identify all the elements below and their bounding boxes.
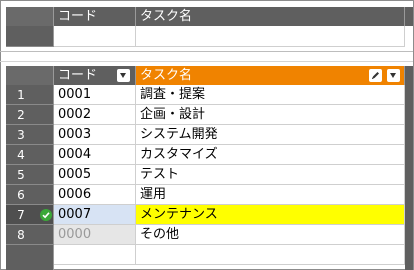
top-grid-cell-code[interactable]: [54, 26, 136, 47]
cell-code[interactable]: 0001: [54, 85, 136, 105]
main-grid-right-strip: [405, 66, 413, 270]
row-number: 1: [17, 88, 25, 102]
empty-row-header: [6, 245, 54, 270]
row-number: 2: [17, 108, 25, 122]
cell-task-name[interactable]: カスタマイズ: [136, 145, 405, 165]
top-grid-right-strip: [405, 7, 413, 26]
row-header[interactable]: 8: [6, 225, 54, 245]
divider: [0, 61, 413, 62]
top-col-header-code[interactable]: コード: [54, 7, 136, 26]
cell-task-name[interactable]: 企画・設計: [136, 105, 405, 125]
top-col-header-task-name[interactable]: タスク名: [136, 7, 405, 26]
cell-task-name[interactable]: システム開発: [136, 125, 405, 145]
row-number: 4: [17, 148, 25, 162]
cell-task-name[interactable]: 調査・提案: [136, 85, 405, 105]
row-header[interactable]: 2: [6, 105, 54, 125]
filter-dropdown-icon[interactable]: [117, 69, 130, 82]
filter-dropdown-icon[interactable]: [387, 69, 400, 82]
row-number: 7: [17, 208, 25, 222]
cell-task-name[interactable]: メンテナンス: [136, 205, 405, 225]
divider: [0, 51, 413, 52]
main-col-header-task-name[interactable]: タスク名: [136, 66, 405, 85]
main-grid-corner: [6, 66, 54, 85]
top-grid-row-header: [6, 26, 54, 47]
empty-row-cell-code[interactable]: [54, 245, 136, 265]
row-header[interactable]: 5: [6, 165, 54, 185]
cell-code[interactable]: 0002: [54, 105, 136, 125]
cell-code[interactable]: 0003: [54, 125, 136, 145]
cell-task-name[interactable]: その他: [136, 225, 405, 245]
cell-code[interactable]: 0006: [54, 185, 136, 205]
cell-task-name[interactable]: 運用: [136, 185, 405, 205]
row-header[interactable]: 6: [6, 185, 54, 205]
empty-row-cell-task-name[interactable]: [136, 245, 405, 265]
row-number: 6: [17, 188, 25, 202]
row-number: 5: [17, 168, 25, 182]
cell-task-name[interactable]: テスト: [136, 165, 405, 185]
row-saved-check-icon: [40, 209, 52, 221]
top-grid-cell-task-name[interactable]: [136, 26, 405, 47]
row-header[interactable]: 3: [6, 125, 54, 145]
cell-code[interactable]: 0004: [54, 145, 136, 165]
row-number: 8: [17, 228, 25, 242]
cell-code[interactable]: 0005: [54, 165, 136, 185]
edit-pen-icon[interactable]: [369, 69, 382, 82]
main-col-header-code[interactable]: コード: [54, 66, 136, 85]
row-header[interactable]: 4: [6, 145, 54, 165]
row-number: 3: [17, 128, 25, 142]
main-col-header-code-label: コード: [58, 68, 98, 83]
main-col-header-task-name-label: タスク名: [140, 68, 193, 83]
cell-code[interactable]: 0007: [54, 205, 136, 225]
cell-code[interactable]: 0000: [54, 225, 136, 245]
row-header[interactable]: 1: [6, 85, 54, 105]
top-grid-corner: [6, 7, 54, 26]
